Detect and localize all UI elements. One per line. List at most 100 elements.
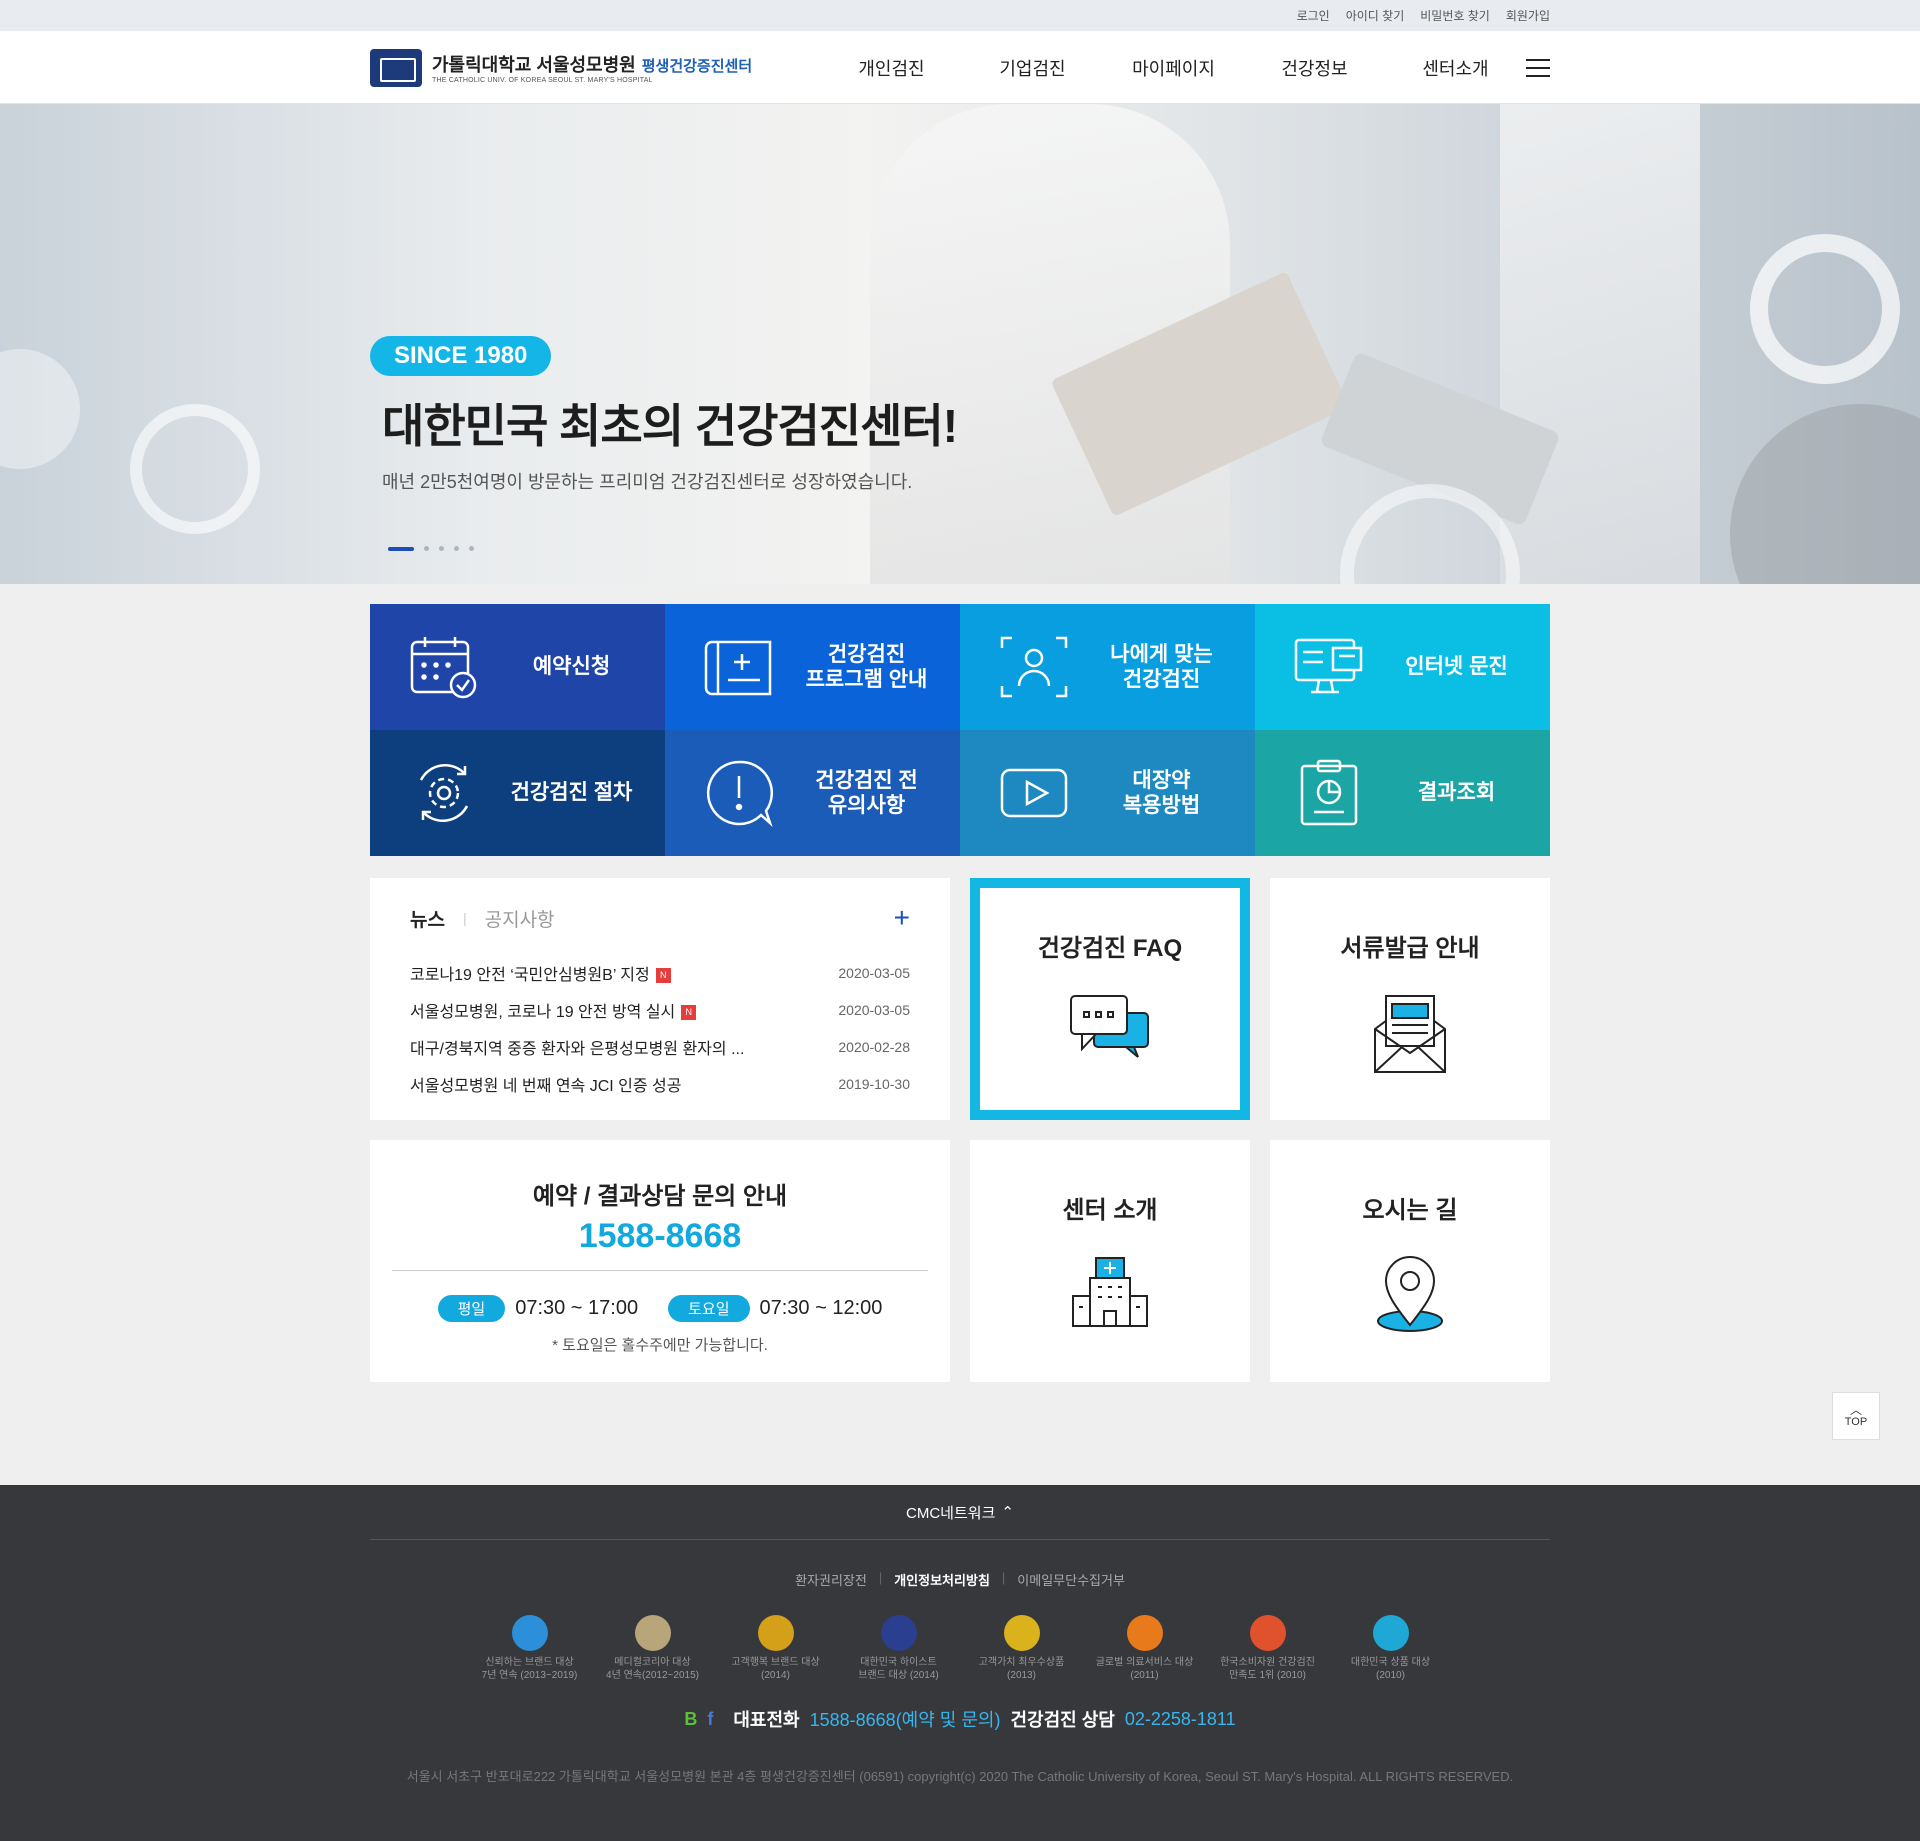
- quick-label: 건강검진 프로그램 안내: [805, 642, 928, 691]
- tab-notice[interactable]: 공지사항: [485, 905, 555, 932]
- quick-results[interactable]: 결과조회: [1255, 730, 1550, 856]
- award-text: 신뢰하는 브랜드 대상 7년 연속 (2013~2019): [481, 1657, 578, 1681]
- news-title: 코로나19 안전 ‘국민안심병원B’ 지정: [410, 966, 650, 984]
- content-cards: 뉴스 | 공지사항 + 코로나19 안전 ‘국민안심병원B’ 지정 N 2020-0…: [370, 878, 1550, 1382]
- award-badge-icon: [1003, 1615, 1040, 1651]
- awards-list: 신뢰하는 브랜드 대상 7년 연속 (2013~2019) 메디컬코리아 대상 …: [0, 1615, 1920, 1682]
- nav-item-corporate[interactable]: 기업검진: [962, 55, 1103, 81]
- gear-cycle-icon: [408, 757, 480, 829]
- facebook-icon[interactable]: f: [707, 1709, 713, 1730]
- saturday-hours: 07:30 ~ 12:00: [759, 1297, 883, 1319]
- news-date: 2020-03-05: [838, 964, 910, 981]
- hospital-emblem-icon: [370, 48, 422, 87]
- quick-colon-prep[interactable]: 대장약 복용방법: [960, 730, 1255, 856]
- site-logo[interactable]: 가톨릭대학교 서울성모병원 평생건강증진센터 THE CATHOLIC UNIV.…: [370, 48, 809, 87]
- faq-title: 건강검진 FAQ: [1037, 935, 1183, 962]
- award-text: 대한민국 하이스트 브랜드 대상 (2014): [858, 1657, 939, 1681]
- hero-subtitle: 매년 2만5천여명이 방문하는 프리미엄 건강검진센터로 성장하였습니다.: [382, 472, 913, 492]
- hospital-building-icon: [1070, 1255, 1150, 1334]
- nav-item-personal[interactable]: 개인검진: [821, 55, 962, 81]
- blog-icon[interactable]: B: [684, 1709, 697, 1730]
- news-date: 2020-03-05: [838, 1001, 910, 1018]
- footer: CMC네트워크 ⌃ 환자권리장전 | 개인정보처리방침 | 이메일무단수집거부 …: [0, 1485, 1920, 1841]
- calendar-check-icon: [408, 631, 480, 703]
- quick-label: 건강검진 전 유의사항: [815, 768, 918, 817]
- award-item: 대한민국 상품 대상 (2010): [1329, 1615, 1452, 1682]
- join-link[interactable]: 회원가입: [1506, 7, 1550, 24]
- slider-dot[interactable]: [439, 546, 444, 551]
- copyright: 서울시 서초구 반포대로222 가톨릭대학교 서울성모병원 본관 4층 평생건강…: [406, 1769, 1514, 1784]
- award-badge-icon: [511, 1615, 548, 1651]
- quick-custom-checkup[interactable]: 나에게 맞는 건강검진: [960, 604, 1255, 730]
- center-intro-card[interactable]: 센터 소개: [970, 1140, 1250, 1382]
- award-text: 메디컬코리아 대상 4년 연속(2012~2015): [606, 1657, 699, 1681]
- chevron-up-icon: ︿: [1849, 1403, 1862, 1417]
- quick-reservation[interactable]: 예약신청: [370, 604, 665, 730]
- utility-bar: 로그인 아이디 찾기 비밀번호 찾기 회원가입: [0, 0, 1920, 31]
- find-id-link[interactable]: 아이디 찾기: [1346, 7, 1405, 24]
- logo-name: 가톨릭대학교 서울성모병원: [432, 55, 636, 75]
- new-badge: N: [655, 967, 671, 983]
- hamburger-menu-icon[interactable]: [1526, 58, 1550, 77]
- documents-card[interactable]: 서류발급 안내: [1270, 878, 1550, 1120]
- consult-phone-value: 02-2258-1811: [1124, 1708, 1236, 1729]
- tab-news[interactable]: 뉴스: [410, 905, 445, 932]
- news-item[interactable]: 코로나19 안전 ‘국민안심병원B’ 지정 N 2020-03-05: [410, 954, 910, 991]
- slider-dot[interactable]: [424, 546, 429, 551]
- contact-phone[interactable]: 1588-8668: [579, 1217, 742, 1256]
- news-list: 코로나19 안전 ‘국민안심병원B’ 지정 N 2020-03-05 서울성모병원,…: [410, 954, 910, 1102]
- clipboard-chart-icon: [1293, 757, 1365, 829]
- footer-link-email-refusal[interactable]: 이메일무단수집거부: [1017, 1570, 1125, 1589]
- login-link[interactable]: 로그인: [1297, 7, 1330, 24]
- hero-banner: SINCE 1980 대한민국 최초의 건강검진센터! 매년 2만5천여명이 방…: [0, 104, 1920, 584]
- award-text: 글로벌 의료서비스 대상 (2011): [1095, 1657, 1194, 1681]
- slider-dot[interactable]: [454, 546, 459, 551]
- network-label: CMC네트워크: [906, 1504, 996, 1522]
- award-badge-icon: [1126, 1615, 1163, 1651]
- award-item: 고객행복 브랜드 대상 (2014): [714, 1615, 837, 1682]
- award-item: 신뢰하는 브랜드 대상 7년 연속 (2013~2019): [468, 1615, 591, 1682]
- hero-title: 대한민국 최초의 건강검진센터!: [382, 400, 958, 452]
- directions-card[interactable]: 오시는 길: [1270, 1140, 1550, 1382]
- contact-note: * 토요일은 홀수주에만 가능합니다.: [552, 1337, 768, 1354]
- nav-item-mypage[interactable]: 마이페이지: [1103, 55, 1244, 81]
- quick-program-guide[interactable]: 건강검진 프로그램 안내: [665, 604, 960, 730]
- quick-label: 건강검진 절차: [510, 781, 633, 805]
- weekday-badge: 평일: [437, 1295, 506, 1322]
- slider-dot[interactable]: [469, 546, 474, 551]
- directions-title: 오시는 길: [1362, 1197, 1458, 1224]
- footer-contact: B f 대표전화 1588-8668(예약 및 문의) 건강검진 상담 02-2…: [0, 1706, 1920, 1732]
- nav-item-health-info[interactable]: 건강정보: [1244, 55, 1385, 81]
- find-password-link[interactable]: 비밀번호 찾기: [1420, 7, 1490, 24]
- center-intro-title: 센터 소개: [1062, 1197, 1158, 1224]
- news-item[interactable]: 서울성모병원 네 번째 연속 JCI 인증 성공 2019-10-30: [410, 1065, 910, 1102]
- award-badge-icon: [1249, 1615, 1286, 1651]
- news-item[interactable]: 서울성모병원, 코로나 19 안전 방역 실시 N 2020-03-05: [410, 991, 910, 1028]
- award-badge-icon: [757, 1615, 794, 1651]
- faq-card[interactable]: 건강검진 FAQ: [970, 878, 1250, 1120]
- more-plus-icon[interactable]: +: [894, 904, 910, 932]
- exclamation-bubble-icon: [703, 757, 775, 829]
- slider-dot[interactable]: [388, 546, 414, 551]
- quick-label: 예약신청: [532, 655, 611, 679]
- cmc-network-toggle[interactable]: CMC네트워크 ⌃: [370, 1485, 1550, 1540]
- news-date: 2019-10-30: [838, 1075, 910, 1092]
- contact-divider: [392, 1270, 928, 1271]
- nav-item-center[interactable]: 센터소개: [1385, 55, 1526, 81]
- footer-link-patient-rights[interactable]: 환자권리장전: [795, 1570, 867, 1589]
- chat-bubbles-icon: [1068, 993, 1152, 1064]
- quick-procedure[interactable]: 건강검진 절차: [370, 730, 665, 856]
- news-item[interactable]: 대구/경북지역 중증 환자와 은평성모병원 환자의 ... 2020-02-28: [410, 1028, 910, 1065]
- documents-title: 서류발급 안내: [1340, 935, 1480, 962]
- person-scan-icon: [998, 631, 1070, 703]
- envelope-document-icon: [1372, 993, 1448, 1080]
- tab-divider: |: [462, 910, 467, 926]
- footer-links: 환자권리장전 | 개인정보처리방침 | 이메일무단수집거부: [795, 1570, 1125, 1589]
- award-text: 한국소비자원 건강검진 만족도 1위 (2010): [1220, 1657, 1315, 1681]
- quick-precautions[interactable]: 건강검진 전 유의사항: [665, 730, 960, 856]
- scroll-top-button[interactable]: ︿ TOP: [1832, 1392, 1880, 1440]
- footer-link-privacy[interactable]: 개인정보처리방침: [894, 1570, 990, 1589]
- quick-internet-questionnaire[interactable]: 인터넷 문진: [1255, 604, 1550, 730]
- consult-phone-label: 건강검진 상담: [1010, 1710, 1115, 1730]
- award-text: 고객가치 최우수상품 (2013): [978, 1657, 1065, 1681]
